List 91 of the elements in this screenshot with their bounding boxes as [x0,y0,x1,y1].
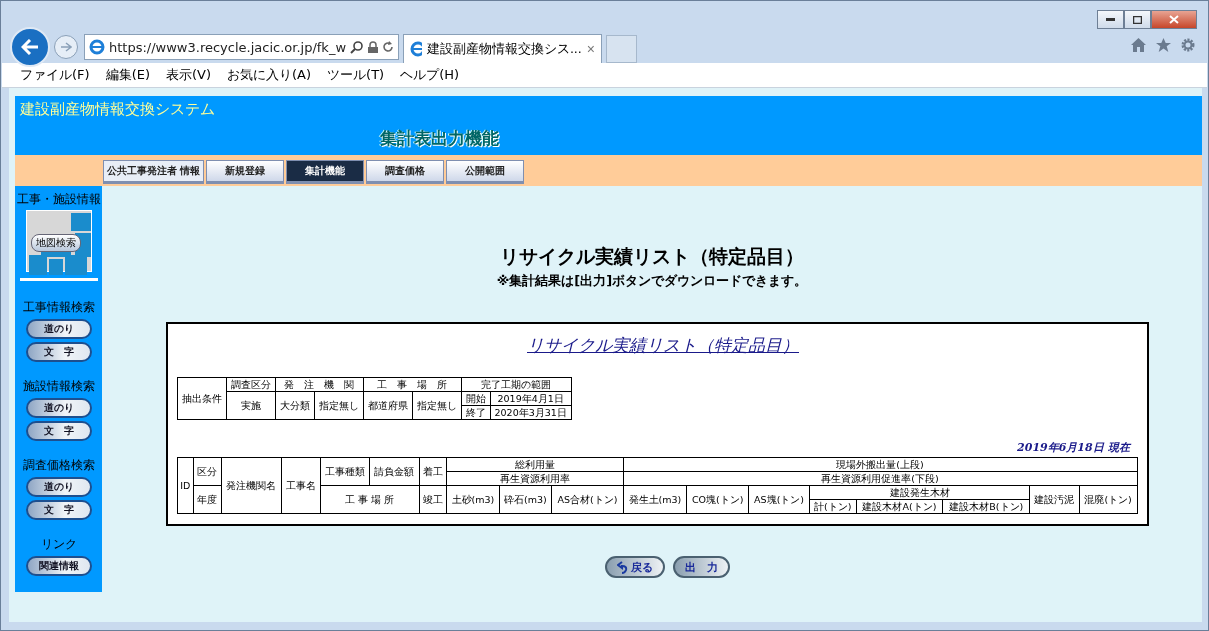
sidebar-heading: 工事・施設情報 [16,191,101,208]
header-cell: 混廃(トン) [1079,485,1137,514]
sidebar-button[interactable]: 道のり [25,319,92,339]
sidebar-heading: 調査価格検索 [22,457,95,474]
menu-item[interactable]: ツール(T) [319,66,393,84]
header-cell: 指定無し [412,391,461,420]
close-icon [1169,15,1179,24]
nav-tab[interactable]: 調査価格 [366,160,445,184]
nav-tab[interactable]: 公共工事発注者 情報 [103,160,205,184]
output-button[interactable]: 出 力 [672,556,730,578]
star-icon[interactable] [1155,37,1172,53]
arrow-icon [60,42,72,52]
header-cell: 工事名 [281,457,321,514]
close-button[interactable] [1151,10,1197,29]
home-icon[interactable] [1130,37,1147,53]
refresh-icon[interactable] [382,41,394,53]
sidebar-heading: リンク [40,536,77,553]
header-cell: 調査区分 [226,377,275,392]
menu-item[interactable]: ファイル(F) [12,66,98,84]
browser-tab[interactable]: 建設副産物情報交換シス... × [403,34,602,63]
sidebar-heading: 施設情報検索 [22,378,95,395]
browser-logo-icon [410,41,422,57]
nav-tab[interactable]: 新規登録 [206,160,285,184]
sidebar-button[interactable]: 道のり [25,398,92,418]
settings-icon[interactable] [1180,37,1196,53]
maximize-icon [1133,15,1142,24]
maximize-button[interactable] [1124,10,1151,29]
map-search-button[interactable]: 地図検索 [25,210,92,273]
header-cell: AS塊(トン) [748,485,810,514]
header-cell: 発 注 機 関 [275,377,363,392]
header-cell: 区分 [193,457,222,486]
nav-tab[interactable]: 公開範囲 [446,160,525,184]
search-icon[interactable] [350,40,364,54]
header-cell: ID [177,457,194,514]
header-cell: 2020年3月31日 [490,405,572,420]
menu-item[interactable]: ヘルプ(H) [392,66,468,84]
header-cell: CO塊(トン) [686,485,749,514]
header-cell: 砕石(m3) [499,485,552,514]
tab-close-button[interactable]: × [586,41,595,57]
header-cell: 完了工期の範囲 [461,377,572,392]
report-title: リサイクル実績リスト（特定品目） [527,334,799,357]
header-cell: 竣工 [419,485,447,514]
back-button[interactable]: 戻る [604,556,665,578]
sidebar-button[interactable]: 文 字 [25,342,92,362]
address-bar[interactable]: https://www3.recycle.jacic.or.jp/fk_w [84,34,399,60]
as-of-date: 2019年6月18日 現在 [1017,440,1130,455]
header-cell: 建設発生木材 [809,485,1030,500]
sidebar-button[interactable]: 文 字 [25,500,92,520]
function-title: 集計表出力機能 [380,127,500,150]
header-cell: 建設汚泥 [1029,485,1080,514]
minimize-icon [1106,18,1115,21]
minimize-button[interactable] [1097,10,1124,29]
sidebar-button[interactable]: 関連情報 [25,556,92,576]
header-cell: 工 事 場 所 [363,377,461,392]
back-button[interactable] [10,27,50,67]
header-cell: 終了 [461,405,490,420]
header-cell: AS合材(トン) [551,485,624,514]
header-cell: 計(トン) [809,499,856,514]
sidebar-button[interactable]: 道のり [25,477,92,497]
header-cell: 開始 [461,391,490,406]
nav-tab[interactable]: 集計機能 [286,160,365,184]
header-cell: 発生土(m3) [623,485,687,514]
browser-logo-icon [89,39,105,55]
header-cell: 再生資源利用促進率(下段) [623,471,1137,486]
header-cell: 建設木材B(トン) [942,499,1030,514]
menu-item[interactable]: お気に入り(A) [219,66,320,84]
header-cell: 現場外搬出量(上段) [623,457,1137,472]
header-cell: 大分類 [275,391,314,420]
header-cell: 指定無し [314,391,363,420]
lock-icon [368,41,378,53]
menu-item[interactable]: 編集(E) [97,66,158,84]
header-cell: 請負金額 [369,457,420,486]
header-cell: 抽出条件 [177,377,226,420]
header-cell: 発注機関名 [221,457,282,514]
page-title: リサイクル実績リスト（特定品目） [500,244,804,269]
header-cell: 総利用量 [446,457,624,472]
header-cell: 工事種類 [320,457,370,486]
arrow-icon [21,39,39,55]
header-cell: 土砂(m3) [446,485,500,514]
header-cell: 都道府県 [363,391,412,420]
system-name: 建設副産物情報交換システム [20,100,216,119]
header-cell: 着工 [419,457,447,486]
header-cell: 2019年4月1日 [490,391,572,406]
page-note: ※集計結果は[出力]ボタンでダウンロードできます。 [496,272,808,290]
header-cell: 建設木材A(トン) [856,499,943,514]
header-cell: 再生資源利用率 [446,471,624,486]
menu-item[interactable]: 表示(V) [158,66,220,84]
header-cell: 工 事 場 所 [320,485,420,514]
header-cell: 実施 [226,391,275,420]
sidebar-button[interactable]: 文 字 [25,421,92,441]
sidebar-heading: 工事情報検索 [22,299,95,316]
